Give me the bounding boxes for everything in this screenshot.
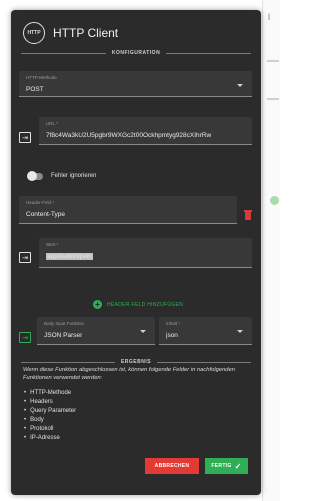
background-page: l <box>262 0 280 501</box>
http-app-icon: HTTP <box>23 22 45 44</box>
body-function-select[interactable]: Body Input Funktion JSON Parser <box>37 317 155 345</box>
results-divider: ERGEBNIS <box>21 359 251 365</box>
insert-field-icon[interactable]: ⇥ <box>19 332 31 343</box>
list-item: Headers <box>24 398 76 407</box>
content-select[interactable]: Inhalt * json <box>159 317 252 345</box>
http-method-value: POST <box>26 86 44 93</box>
list-item: Body <box>24 416 76 425</box>
list-item: IP-Adresse <box>24 434 76 443</box>
add-header-label: HEADER-FELD HINZUFÜGEN <box>107 301 184 308</box>
toggle-thumb[interactable] <box>27 171 37 181</box>
ignore-errors-label: Fehler ignorieren <box>51 173 97 179</box>
list-item: HTTP-Methode <box>24 389 76 398</box>
results-list: HTTP-Methode Headers Query Parameter Bod… <box>24 389 76 443</box>
chevron-down-icon <box>237 330 243 333</box>
value-value: application/json <box>46 253 93 260</box>
add-header-button[interactable]: + HEADER-FELD HINZUFÜGEN <box>93 300 183 309</box>
background-text: l <box>268 12 270 22</box>
value-label: Wert * <box>46 242 59 247</box>
body-function-value: JSON Parser <box>44 332 83 339</box>
insert-field-icon[interactable]: ⇥ <box>19 252 31 263</box>
content-label: Inhalt * <box>166 321 181 326</box>
url-field[interactable]: URL * 7f8c4Wa3kU2U5pgbr9WXGc2t00Ockhpmty… <box>39 117 252 145</box>
header-field-label: Header-Feld * <box>26 200 55 205</box>
dialog-title: HTTP Client <box>53 26 119 40</box>
chevron-down-icon <box>140 330 146 333</box>
http-method-label: HTTP-Methode <box>26 75 57 80</box>
background-line <box>267 60 279 62</box>
cancel-button[interactable]: ABBRECHEN <box>145 458 199 474</box>
url-label: URL * <box>46 121 58 126</box>
chevron-down-icon <box>237 84 243 87</box>
check-icon: ✓ <box>234 461 242 471</box>
delete-icon[interactable] <box>244 210 252 220</box>
insert-field-icon[interactable]: ⇥ <box>19 132 31 143</box>
header-field-input[interactable]: Header-Feld * Content-Type <box>19 196 237 224</box>
results-description: Wenn diese Funktion abgeschlossen ist, k… <box>23 367 235 382</box>
list-item: Query Parameter <box>24 407 76 416</box>
done-label: FERTIG <box>211 463 232 469</box>
configuration-divider: KONFIGURATION <box>21 50 252 56</box>
background-dot <box>270 196 279 205</box>
plus-circle-icon: + <box>93 300 102 309</box>
configuration-heading: KONFIGURATION <box>111 50 161 56</box>
http-client-dialog: HTTP HTTP Client KONFIGURATION HTTP-Meth… <box>11 10 261 495</box>
url-value: 7f8c4Wa3kU2U5pgbr9WXGc2t00Ockhpmtyg928cX… <box>46 132 212 139</box>
header-value-input[interactable]: Wert * application/json <box>39 238 252 268</box>
body-function-label: Body Input Funktion <box>44 321 85 326</box>
done-button[interactable]: FERTIG ✓ <box>205 458 248 474</box>
background-line <box>267 98 279 100</box>
dialog-header: HTTP HTTP Client <box>23 22 118 44</box>
list-item: Protokoll <box>24 425 76 434</box>
results-heading: ERGEBNIS <box>120 359 152 365</box>
header-field-value: Content-Type <box>26 211 66 218</box>
content-value: json <box>166 332 178 339</box>
http-method-select[interactable]: HTTP-Methode POST <box>19 71 252 97</box>
